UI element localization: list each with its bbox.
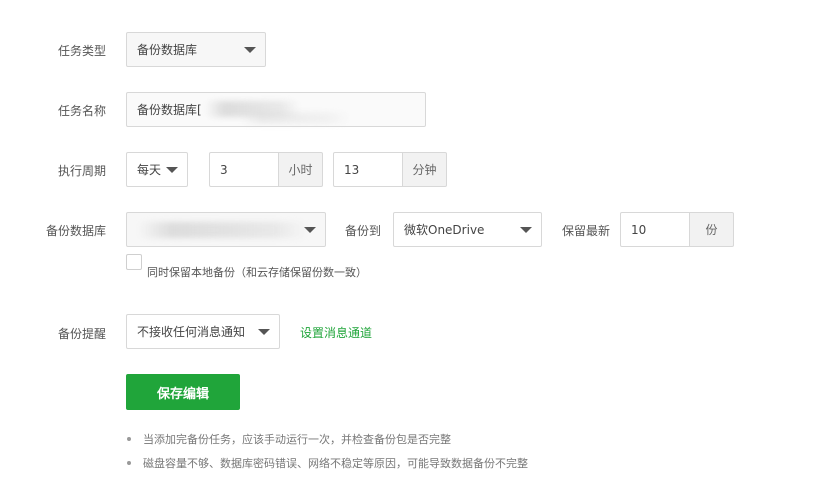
redacted-blur bbox=[240, 112, 350, 124]
minutes-value: 13 bbox=[344, 162, 360, 177]
bullet-icon bbox=[127, 461, 131, 465]
period-cycle-value: 每天 bbox=[137, 163, 162, 177]
minutes-input[interactable]: 13 bbox=[333, 152, 403, 187]
period-cycle-select[interactable]: 每天 bbox=[126, 152, 188, 187]
redacted-blur bbox=[138, 222, 308, 238]
save-button[interactable]: 保存编辑 bbox=[126, 374, 240, 410]
keep-latest-value: 10 bbox=[631, 222, 647, 237]
task-type-select[interactable]: 备份数据库 bbox=[126, 32, 266, 67]
hours-value: 3 bbox=[220, 162, 228, 177]
backup-target-select[interactable]: 微软OneDrive bbox=[393, 212, 542, 247]
reminder-value: 不接收任何消息通知 bbox=[137, 325, 246, 339]
keep-latest-label: 保留最新 bbox=[562, 224, 611, 238]
set-message-channel-link[interactable]: 设置消息通道 bbox=[300, 324, 372, 341]
chevron-down-icon bbox=[258, 328, 270, 335]
keep-latest-unit: 份 bbox=[690, 212, 734, 247]
reminder-label: 备份提醒 bbox=[57, 327, 106, 341]
tip-item: 当添加完备份任务，应该手动运行一次，并检查备份包是否完整 bbox=[143, 433, 451, 446]
task-type-label: 任务类型 bbox=[57, 44, 106, 58]
task-type-value: 备份数据库 bbox=[137, 43, 198, 57]
hours-input[interactable]: 3 bbox=[209, 152, 279, 187]
task-name-label: 任务名称 bbox=[57, 104, 106, 118]
chevron-down-icon bbox=[520, 226, 532, 233]
backup-target-label: 备份到 bbox=[345, 224, 382, 238]
task-name-value: 备份数据库[ bbox=[137, 103, 202, 117]
reminder-select[interactable]: 不接收任何消息通知 bbox=[126, 314, 280, 349]
chevron-down-icon bbox=[166, 166, 178, 173]
keep-local-label: 同时保留本地备份（和云存储保留份数一致） bbox=[147, 266, 367, 279]
backup-db-label: 备份数据库 bbox=[45, 224, 106, 238]
hours-unit: 小时 bbox=[279, 152, 323, 187]
backup-target-value: 微软OneDrive bbox=[404, 223, 485, 237]
period-label: 执行周期 bbox=[57, 164, 106, 178]
tip-item: 磁盘容量不够、数据库密码错误、网络不稳定等原因，可能导致数据备份不完整 bbox=[143, 457, 528, 470]
minutes-unit: 分钟 bbox=[403, 152, 447, 187]
bullet-icon bbox=[127, 437, 131, 441]
keep-local-checkbox[interactable] bbox=[126, 254, 142, 270]
keep-latest-input[interactable]: 10 bbox=[620, 212, 690, 247]
chevron-down-icon bbox=[244, 46, 256, 53]
